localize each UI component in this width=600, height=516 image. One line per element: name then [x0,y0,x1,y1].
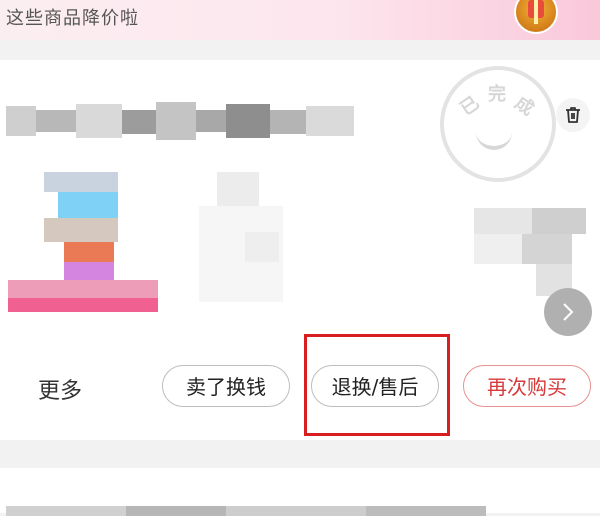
trash-icon [566,107,580,123]
stamp-char: 已 [456,92,484,120]
next-order-card[interactable] [0,468,600,516]
order-card[interactable]: 已 完 成 更多 卖了换钱 退换/售后 再次购买 [0,60,600,440]
gift-box-icon [514,0,558,34]
scroll-products-button[interactable] [544,288,592,336]
completed-status-stamp: 已 完 成 [440,66,556,182]
product-image-3[interactable] [474,208,586,296]
delete-order-button[interactable] [556,98,590,132]
stamp-char: 成 [510,92,538,120]
price-drop-banner-text: 这些商品降价啦 [6,8,139,29]
stamp-char: 完 [488,84,506,105]
buy-again-button[interactable]: 再次购买 [463,365,591,407]
price-drop-banner[interactable]: 这些商品降价啦 [0,0,600,40]
product-image-1[interactable] [8,172,158,312]
more-button[interactable]: 更多 [38,373,82,405]
next-order-shop-name-blurred [6,506,506,516]
chevron-right-icon [563,303,574,321]
highlight-box [304,334,450,436]
order-shop-name-blurred [6,100,356,144]
sell-for-cash-button[interactable]: 卖了换钱 [162,365,290,407]
product-image-2[interactable] [195,172,289,312]
